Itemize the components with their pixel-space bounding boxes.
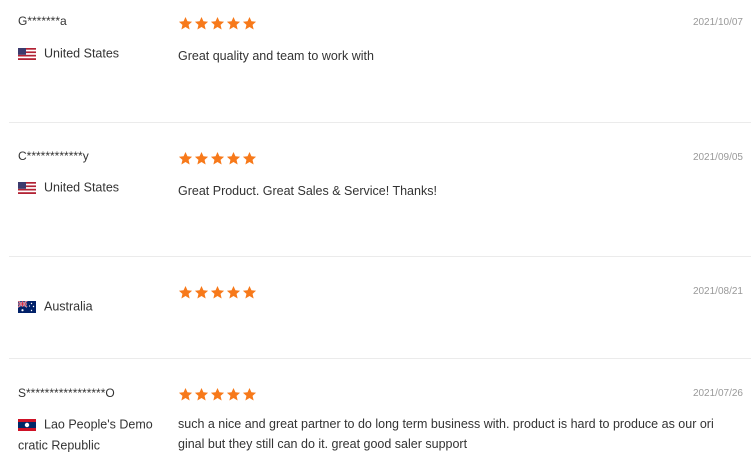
star-icon	[178, 16, 193, 31]
review-text: Great Product. Great Sales & Service! Th…	[178, 184, 437, 198]
star-icon	[242, 285, 257, 300]
star-icon	[178, 387, 193, 402]
review-date: 2021/09/05	[692, 152, 743, 163]
star-icon	[178, 285, 193, 300]
star-icon	[242, 387, 257, 402]
reviewer-name: G*******a	[18, 14, 67, 28]
rating-stars	[178, 285, 257, 300]
star-icon	[194, 16, 209, 31]
star-icon	[194, 387, 209, 402]
country-name: Australia	[44, 299, 93, 314]
star-icon	[242, 16, 257, 31]
us-flag-icon	[18, 181, 36, 194]
la-flag-icon	[18, 418, 36, 431]
star-icon	[194, 151, 209, 166]
au-flag-icon	[18, 300, 36, 313]
review-date: 2021/08/21	[692, 286, 743, 297]
star-icon	[226, 16, 241, 31]
reviewer-country: Lao People's Demo cratic Republic	[18, 414, 163, 455]
review-list: G*******a United States 2021/10/07 Great…	[0, 0, 753, 471]
star-icon	[226, 151, 241, 166]
star-icon	[210, 387, 225, 402]
star-icon	[210, 285, 225, 300]
review-item: C************y United States 2021/09/05 …	[9, 123, 751, 257]
review-text: Great quality and team to work with	[178, 49, 374, 63]
rating-stars	[178, 151, 257, 166]
country-name: Lao People's Demo cratic Republic	[18, 417, 153, 453]
reviewer-country: United States	[18, 43, 163, 64]
star-icon	[210, 16, 225, 31]
star-icon	[226, 285, 241, 300]
star-icon	[194, 285, 209, 300]
star-icon	[178, 151, 193, 166]
country-name: United States	[44, 46, 120, 61]
review-item: G*******a United States 2021/10/07 Great…	[9, 0, 751, 123]
review-item: S*****************O Lao People's Demo cr…	[9, 359, 751, 471]
star-icon	[226, 387, 241, 402]
review-date: 2021/10/07	[692, 17, 743, 28]
reviewer-country: United States	[18, 177, 163, 198]
reviewer-name: C************y	[18, 149, 89, 163]
rating-stars	[178, 387, 257, 402]
review-date: 2021/07/26	[692, 388, 743, 399]
review-text: such a nice and great partner to do long…	[178, 417, 714, 451]
star-icon	[242, 151, 257, 166]
reviewer-name: S*****************O	[18, 386, 115, 400]
reviewer-country: Australia	[18, 296, 163, 317]
country-name: United States	[44, 180, 120, 195]
star-icon	[210, 151, 225, 166]
rating-stars	[178, 16, 257, 31]
us-flag-icon	[18, 47, 36, 60]
review-item: Australia 2021/08/21	[9, 257, 751, 359]
